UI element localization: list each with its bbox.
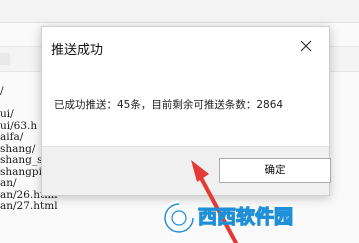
dialog-footer: 确定 [42, 146, 331, 195]
watermark-c-logo-icon [162, 200, 197, 236]
background-url-line: an/27.html [0, 200, 58, 212]
ok-button[interactable]: 确定 [219, 158, 331, 183]
background-toolbar [0, 0, 359, 23]
dialog-title: 推送成功 [51, 43, 104, 58]
watermark-logo: 西西软件园 [160, 194, 359, 243]
background-input-field[interactable] [0, 53, 10, 65]
watermark-text: 西西软件园 [197, 205, 294, 228]
dialog-message: 已成功推送：45条，目前剩余可推送条数：2864 [54, 99, 284, 111]
close-icon [300, 40, 312, 52]
push-success-dialog: 推送成功 已成功推送：45条，目前剩余可推送条数：2864 确定 [41, 26, 331, 196]
close-button[interactable] [297, 37, 315, 55]
